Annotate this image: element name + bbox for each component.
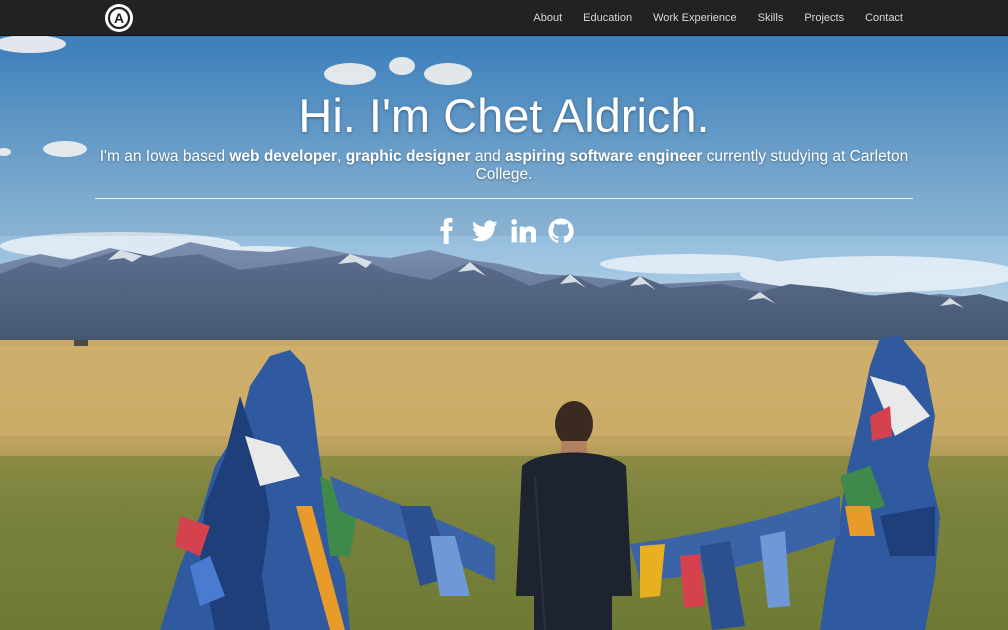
top-navbar: A About Education Work Experience Skills… [0, 0, 1008, 36]
hero-subtitle: I'm an Iowa based web developer, graphic… [95, 148, 913, 185]
subtitle-text: I'm an Iowa based [99, 147, 230, 165]
nav-projects[interactable]: Projects [804, 12, 844, 24]
hero-section: Hi. I'm Chet Aldrich. I'm an Iowa based … [0, 36, 1008, 630]
twitter-icon [472, 220, 498, 242]
linkedin-icon [511, 218, 536, 243]
nav-about[interactable]: About [533, 12, 562, 24]
social-links [95, 216, 913, 246]
facebook-link[interactable] [432, 216, 462, 246]
twitter-link[interactable] [470, 216, 500, 246]
subtitle-text: and [470, 147, 506, 165]
facebook-icon [440, 217, 453, 244]
hero-content: Hi. I'm Chet Aldrich. I'm an Iowa based … [95, 90, 913, 246]
hero-title: Hi. I'm Chet Aldrich. [298, 89, 710, 142]
hero-divider [95, 197, 913, 199]
svg-text:A: A [114, 10, 124, 26]
site-logo[interactable]: A [105, 4, 133, 32]
nav-contact[interactable]: Contact [865, 12, 903, 24]
logo-a-icon: A [106, 5, 132, 31]
subtitle-highlight: graphic designer [345, 147, 471, 165]
nav-links: About Education Work Experience Skills P… [512, 0, 903, 36]
subtitle-highlight: aspiring software engineer [505, 147, 703, 165]
nav-skills[interactable]: Skills [758, 12, 784, 24]
subtitle-highlight: web developer [229, 147, 338, 165]
nav-education[interactable]: Education [583, 12, 632, 24]
linkedin-link[interactable] [508, 216, 538, 246]
github-icon [548, 218, 574, 243]
nav-work-experience[interactable]: Work Experience [653, 12, 737, 24]
subtitle-text: , [337, 147, 346, 165]
github-link[interactable] [546, 216, 576, 246]
